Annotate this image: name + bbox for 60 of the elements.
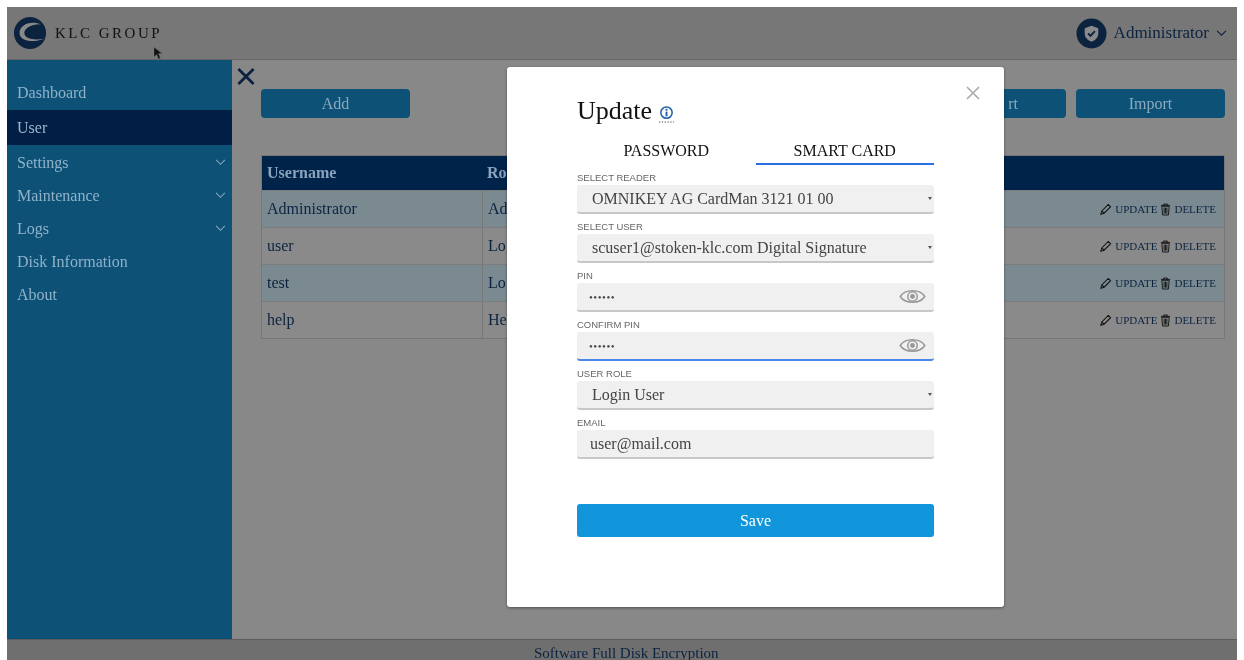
- trash-icon: [1160, 313, 1172, 327]
- pencil-icon: [1099, 202, 1113, 216]
- pin-field[interactable]: ••••••: [577, 332, 934, 361]
- sidebar-item[interactable]: Disk Information: [7, 245, 232, 278]
- logo-icon: [13, 16, 47, 50]
- sidebar-item[interactable]: Logs: [7, 212, 232, 245]
- pencil-icon: [1099, 276, 1113, 290]
- import-button[interactable]: Import: [1076, 89, 1225, 118]
- close-icon[interactable]: [966, 86, 980, 100]
- chevron-down-icon: [1216, 29, 1227, 37]
- field-label: CONFIRM PIN: [577, 318, 641, 331]
- update-link[interactable]: UPDATE: [1115, 240, 1158, 252]
- sidebar-item[interactable]: User: [7, 110, 232, 145]
- table-cell-text: Administrator: [266, 199, 358, 219]
- update-link[interactable]: UPDATE: [1115, 277, 1158, 289]
- sidebar-item[interactable]: Maintenance: [7, 179, 232, 212]
- field-label: SELECT USER: [577, 220, 644, 233]
- user-menu[interactable]: Administrator: [1113, 23, 1209, 43]
- info-icon[interactable]: [658, 105, 676, 124]
- tab[interactable]: PASSWORD: [577, 138, 756, 165]
- trash-icon: [1160, 202, 1172, 216]
- delete-link[interactable]: DELETE: [1174, 277, 1216, 289]
- eye-icon[interactable]: [899, 288, 926, 305]
- update-link[interactable]: UPDATE: [1115, 203, 1158, 215]
- chevron-down-icon: [215, 225, 226, 232]
- pencil-icon: [1099, 239, 1113, 253]
- brand-name: KLC GROUP: [55, 24, 163, 42]
- dropdown[interactable]: OMNIKEY AG CardMan 3121 01 00: [577, 185, 934, 214]
- delete-link[interactable]: DELETE: [1174, 240, 1216, 252]
- pencil-icon: [1099, 313, 1113, 327]
- table-cell-text: help: [266, 310, 296, 331]
- delete-link[interactable]: DELETE: [1174, 203, 1216, 215]
- pin-field[interactable]: ••••••: [577, 283, 934, 312]
- eye-icon[interactable]: [899, 337, 926, 354]
- dropdown[interactable]: scuser1@stoken-klc.com Digital Signature: [577, 234, 934, 263]
- field-label: SELECT READER: [577, 171, 657, 184]
- field-label: EMAIL: [577, 416, 607, 429]
- save-button[interactable]: Save: [577, 504, 934, 537]
- sidebar-item[interactable]: Settings: [7, 146, 232, 179]
- table-cell-text: test: [266, 273, 291, 293]
- chevron-down-icon: [215, 159, 226, 166]
- email-field[interactable]: user@mail.com: [577, 430, 934, 459]
- sidebar-item[interactable]: Dashboard: [7, 76, 232, 109]
- trash-icon: [1160, 239, 1172, 253]
- field-label: USER ROLE: [577, 367, 633, 380]
- chevron-down-icon: [215, 192, 226, 199]
- dialog-title: Update: [577, 96, 653, 126]
- tab[interactable]: SMART CARD: [755, 138, 934, 165]
- close-icon[interactable]: [236, 67, 256, 86]
- trash-icon: [1160, 276, 1172, 290]
- add-button[interactable]: Add: [261, 89, 410, 118]
- column-header: Ro: [486, 164, 508, 182]
- table-cell-text: user: [266, 236, 295, 256]
- shield-check-icon: [1075, 17, 1107, 49]
- dropdown[interactable]: Login User: [577, 381, 934, 410]
- delete-link[interactable]: DELETE: [1174, 314, 1216, 326]
- update-link[interactable]: UPDATE: [1115, 314, 1158, 326]
- sidebar-item[interactable]: About: [7, 278, 232, 311]
- field-label: PIN: [577, 269, 594, 282]
- column-header: Username: [266, 164, 338, 182]
